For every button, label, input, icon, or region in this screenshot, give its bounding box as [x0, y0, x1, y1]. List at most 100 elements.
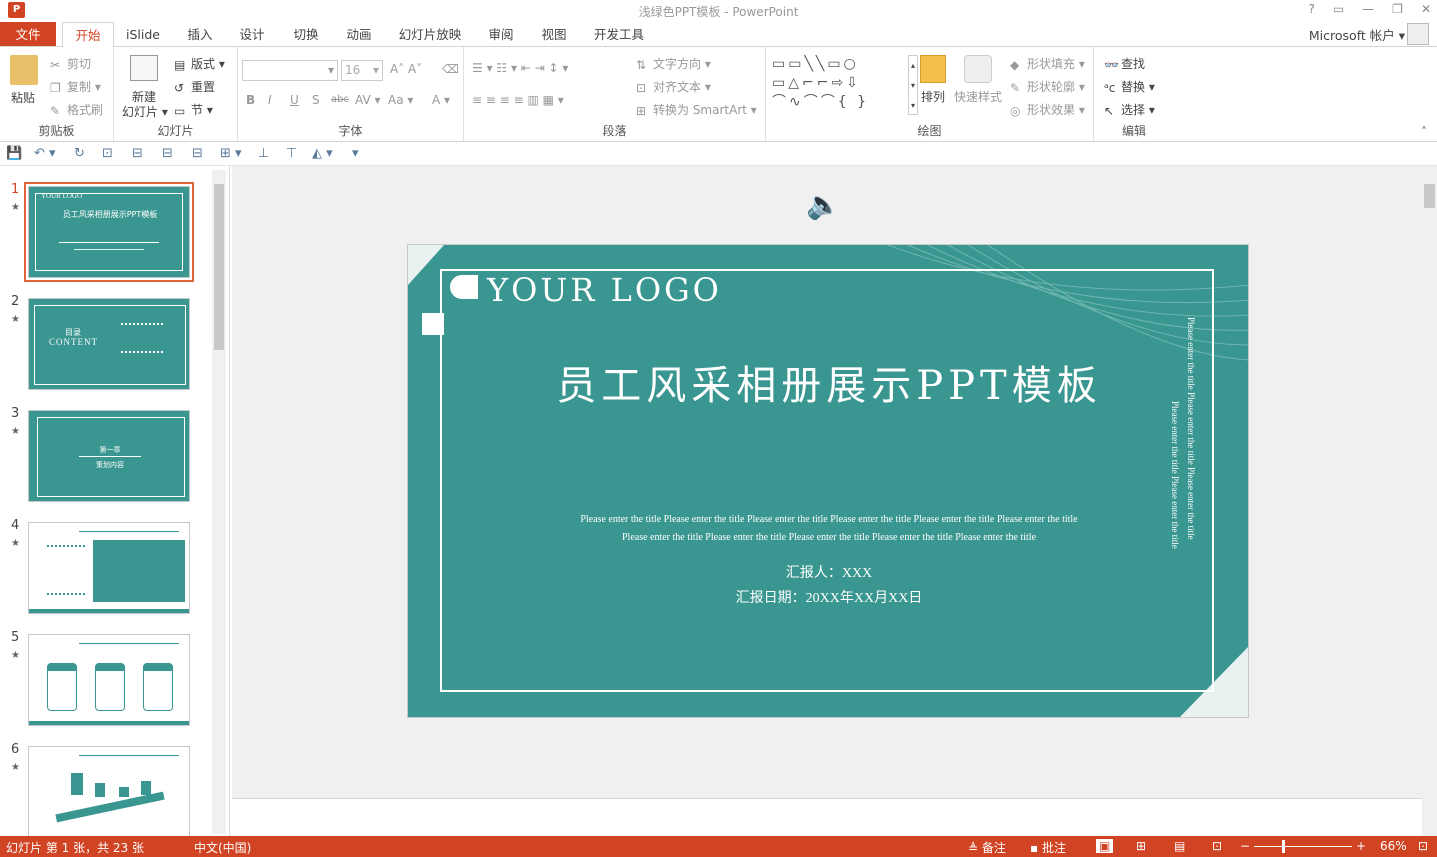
paste-button[interactable]: 粘贴	[11, 89, 35, 106]
bold-button[interactable]: B	[246, 93, 255, 107]
thumb-star-5: ★	[11, 650, 20, 661]
grow-font-icon[interactable]: A˄ A˅	[390, 62, 422, 76]
avatar[interactable]	[1407, 23, 1429, 45]
reset-button[interactable]: ↺ 重置	[174, 78, 215, 95]
shape-fill-button[interactable]: ◆ 形状填充 ▾	[1010, 55, 1085, 72]
tab-islide[interactable]: iSlide	[118, 22, 168, 47]
format-painter-button[interactable]: ✎ 格式刷	[50, 101, 103, 118]
shape-effects-button[interactable]: ◎ 形状效果 ▾	[1010, 101, 1085, 118]
clear-format-icon[interactable]: ⌫	[442, 62, 459, 76]
minimize-button[interactable]: —	[1362, 2, 1374, 16]
notes-pane[interactable]	[232, 798, 1422, 836]
quick-styles-button[interactable]: 快速样式	[954, 88, 1002, 105]
align-text-button[interactable]: ⊡ 对齐文本 ▾	[636, 78, 711, 95]
section-button[interactable]: ▭ 节 ▾	[174, 101, 213, 118]
shapes-gallery-scroll[interactable]: ▴ ▾ ▾	[908, 55, 918, 115]
font-size-input[interactable]: 16 ▾	[341, 60, 383, 81]
slideshow-view-icon[interactable]: ⊡	[1212, 839, 1222, 853]
align-icons[interactable]: ≡ ≡ ≡ ≡ ▥ ▦ ▾	[472, 93, 564, 107]
speaker-icon[interactable]: 🔈	[806, 188, 841, 221]
select-button[interactable]: ↖ 选择 ▾	[1104, 101, 1155, 118]
distribute-icon-1[interactable]: ⊥	[258, 146, 269, 161]
slideshow-icon[interactable]: ⊡	[102, 146, 113, 161]
tab-file[interactable]: 文件	[0, 22, 56, 47]
reading-view-icon[interactable]: ▤	[1174, 839, 1185, 853]
shadow-button[interactable]: S	[312, 93, 320, 107]
notes-button[interactable]: ≜ 备注	[968, 839, 1006, 856]
slide-thumbnail-2[interactable]: 目录 CONTENT	[28, 298, 190, 390]
ribbon-display-button[interactable]: ▭	[1333, 2, 1344, 16]
replace-button[interactable]: ᵃc 替换 ▾	[1104, 78, 1155, 95]
effects-icon: ◎	[1010, 104, 1021, 118]
account-menu[interactable]: Microsoft 帐户 ▾	[1309, 25, 1405, 44]
find-button[interactable]: 👓 查找	[1104, 55, 1145, 72]
slide-thumbnail-5[interactable]	[28, 634, 190, 726]
font-label: 字体	[338, 124, 363, 138]
shape-icon[interactable]: ◭ ▾	[312, 146, 333, 161]
font-color-button[interactable]: A ▾	[432, 93, 450, 107]
slide-thumbnail-3[interactable]: 第一章 策划内容	[28, 410, 190, 502]
change-case-button[interactable]: Aa ▾	[388, 93, 413, 107]
layout-button[interactable]: ▤ 版式 ▾	[174, 55, 225, 72]
thumbnails-scrollbar[interactable]	[212, 170, 226, 834]
strikethrough-button[interactable]: abc	[331, 94, 349, 105]
cut-button[interactable]: ✂ 剪切	[50, 55, 91, 72]
align-icon-1[interactable]: ⊟	[132, 146, 143, 161]
quick-styles-icon[interactable]	[964, 55, 992, 83]
align-icon-4[interactable]: ⊞ ▾	[220, 146, 242, 161]
close-button[interactable]: ✕	[1421, 2, 1431, 16]
zoom-out-icon[interactable]: −	[1240, 839, 1250, 853]
slide-title: 员工风采相册展示PPT模板	[556, 363, 1102, 409]
paste-icon[interactable]	[10, 55, 38, 85]
tab-review[interactable]: 审阅	[479, 22, 523, 47]
font-family-input[interactable]: ▾	[242, 60, 338, 81]
tab-view[interactable]: 视图	[532, 22, 576, 47]
tab-developer[interactable]: 开发工具	[586, 22, 652, 47]
slide-sorter-icon[interactable]: ⊞	[1136, 839, 1146, 853]
tab-design[interactable]: 设计	[230, 22, 274, 47]
save-icon[interactable]: 💾	[6, 146, 22, 161]
undo-icon[interactable]: ↶ ▾	[34, 146, 56, 161]
tab-insert[interactable]: 插入	[178, 22, 222, 47]
new-slide-dropdown[interactable]: 幻灯片 ▾	[122, 103, 168, 120]
help-button[interactable]: ?	[1308, 2, 1314, 16]
zoom-in-icon[interactable]: +	[1356, 839, 1366, 853]
shapes-gallery[interactable]: ▭▭╲╲▭○ ▭△⌐⌐⇨⇩ ⌒∿⌒⌒{ }	[772, 55, 906, 115]
tab-slideshow[interactable]: 幻灯片放映	[392, 22, 468, 47]
slide-thumbnail-4[interactable]	[28, 522, 190, 614]
copy-button[interactable]: ❐ 复制 ▾	[50, 78, 101, 95]
zoom-slider[interactable]	[1254, 846, 1352, 847]
align-icon-3[interactable]: ⊟	[192, 146, 203, 161]
italic-button[interactable]: I	[268, 93, 272, 107]
smartart-button[interactable]: ⊞ 转换为 SmartArt ▾	[636, 101, 757, 118]
tab-animations[interactable]: 动画	[337, 22, 381, 47]
maximize-button[interactable]: ❐	[1392, 2, 1403, 16]
arrange-button[interactable]: 排列	[921, 88, 945, 105]
shape-outline-button[interactable]: ✎ 形状轮廓 ▾	[1010, 78, 1085, 95]
underline-button[interactable]: U	[290, 93, 299, 107]
text-direction-button[interactable]: ⇅ 文字方向 ▾	[636, 55, 711, 72]
slide-thumbnail-1[interactable]: YOUR LOGO 员工风采相册展示PPT模板	[24, 182, 194, 282]
slide-thumbnail-6[interactable]	[28, 746, 190, 836]
new-slide-icon[interactable]	[130, 55, 158, 81]
collapse-ribbon-icon[interactable]: ˄	[1421, 125, 1427, 139]
editor-scrollbar[interactable]	[1422, 166, 1437, 836]
tab-home[interactable]: 开始	[62, 22, 114, 48]
arrange-icon[interactable]	[920, 55, 946, 83]
section-icon: ▭	[174, 104, 186, 118]
align-icon-2[interactable]: ⊟	[162, 146, 173, 161]
normal-view-icon[interactable]: ▣	[1096, 839, 1114, 853]
language[interactable]: 中文(中国)	[194, 839, 251, 856]
char-spacing-button[interactable]: AV ▾	[355, 93, 381, 107]
main-slide[interactable]: YOUR LOGO 员工风采相册展示PPT模板 Please enter the…	[407, 244, 1249, 718]
fit-slide-icon[interactable]: ⊡	[1418, 839, 1428, 853]
distribute-icon-2[interactable]: ⊤	[286, 146, 297, 161]
status-bar: 幻灯片 第 1 张，共 23 张 中文(中国) ≜ 备注 ▪ 批注 ▣ ⊞ ▤ …	[0, 836, 1437, 857]
customize-qat-icon[interactable]: ▾	[352, 146, 359, 161]
redo-icon[interactable]: ↻	[74, 146, 85, 161]
zoom-level[interactable]: 66%	[1380, 839, 1407, 853]
bullets-icon[interactable]: ☰ ▾ ☷ ▾ ⇤ ⇥ ↕ ▾	[472, 61, 568, 75]
tab-transitions[interactable]: 切换	[284, 22, 328, 47]
comments-button[interactable]: ▪ 批注	[1030, 839, 1066, 856]
zoom-slider-handle[interactable]	[1282, 840, 1285, 853]
